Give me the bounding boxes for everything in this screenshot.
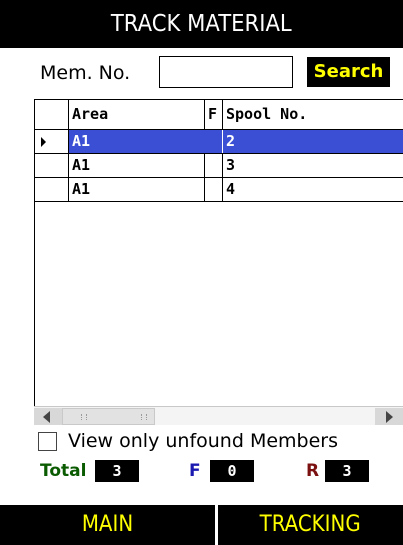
bottom-nav: MAIN TRACKING [0, 505, 403, 545]
column-header-area[interactable]: Area [69, 100, 205, 129]
total-count: 3 [95, 460, 139, 482]
row-indicator-cell [35, 154, 69, 177]
page-title: TRACK MATERIAL [111, 11, 292, 37]
f-cell[interactable] [205, 154, 223, 177]
spool-grid[interactable]: Area F Spool No. A1 2 A1 3 A1 4 [34, 99, 403, 425]
unfound-only-checkbox[interactable] [38, 432, 57, 451]
f-count: 0 [210, 460, 254, 482]
tracking-button-label: TRACKING [259, 512, 362, 537]
spool-no-cell[interactable]: 3 [223, 154, 403, 177]
horizontal-scrollbar[interactable] [34, 406, 403, 425]
r-count: 3 [325, 460, 369, 482]
spool-no-cell[interactable]: 4 [223, 178, 403, 201]
scroll-thumb[interactable] [62, 408, 155, 425]
main-button[interactable]: MAIN [0, 505, 215, 545]
row-indicator-cell [35, 130, 69, 153]
area-cell[interactable]: A1 [69, 178, 205, 201]
total-label: Total [40, 461, 87, 481]
column-header-spool-no[interactable]: Spool No. [223, 100, 403, 129]
search-button[interactable]: Search [307, 57, 390, 87]
row-indicator-cell [35, 178, 69, 201]
scroll-left-button[interactable] [34, 408, 62, 425]
title-bar: TRACK MATERIAL [0, 0, 403, 48]
mem-no-input[interactable] [159, 56, 293, 88]
table-row[interactable]: A1 2 [35, 130, 403, 154]
current-row-arrow-icon [41, 137, 46, 147]
arrow-right-icon [386, 411, 393, 423]
table-row[interactable]: A1 3 [35, 154, 403, 178]
grid-header: Area F Spool No. [35, 100, 403, 130]
main-button-label: MAIN [81, 512, 134, 537]
grip-icon [81, 414, 87, 420]
f-label: F [189, 461, 201, 481]
r-label: R [306, 461, 320, 481]
column-header-f[interactable]: F [205, 100, 223, 129]
tracking-button[interactable]: TRACKING [218, 505, 403, 545]
arrow-left-icon [43, 411, 50, 423]
spool-no-cell[interactable]: 2 [223, 130, 403, 153]
f-cell[interactable] [205, 178, 223, 201]
header-indicator-cell [35, 100, 69, 129]
track-material-screen: TRACK MATERIAL Mem. No. Search Area F Sp… [0, 0, 403, 545]
mem-no-label: Mem. No. [40, 62, 131, 84]
scroll-right-button[interactable] [375, 408, 403, 425]
unfound-only-label[interactable]: View only unfound Members [68, 430, 338, 452]
f-cell[interactable] [205, 130, 223, 153]
area-cell[interactable]: A1 [69, 130, 205, 153]
table-row[interactable]: A1 4 [35, 178, 403, 202]
area-cell[interactable]: A1 [69, 154, 205, 177]
grip-icon [141, 414, 147, 420]
